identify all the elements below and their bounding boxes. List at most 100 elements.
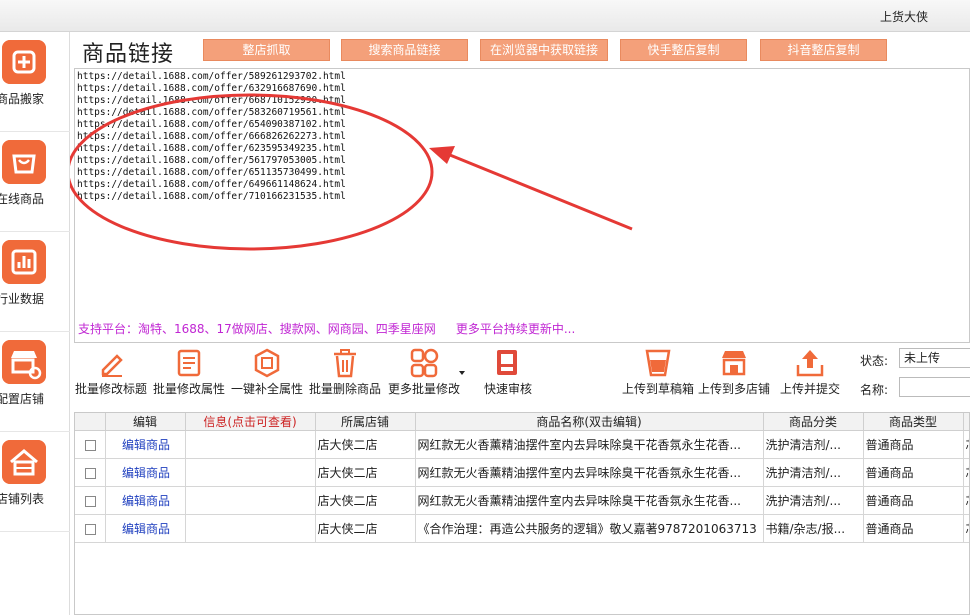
link-line: https://detail.1688.com/offer/6496611486… <box>77 179 346 190</box>
shopping-bag-icon <box>2 140 46 184</box>
links-list: https://detail.1688.com/offer/5892612937… <box>76 71 346 203</box>
product-name-cell[interactable]: 网红款无火香薰精油摆件室内去异味除臭干花香氛永生花香... <box>415 458 764 487</box>
search-product-links-button[interactable]: 搜索商品链接 <box>341 39 468 61</box>
dropdown-arrow-icon[interactable] <box>459 371 467 377</box>
properties-icon <box>177 349 201 377</box>
page-title: 商品链接 <box>82 42 175 67</box>
edit-product-link[interactable]: 编辑商品 <box>105 514 186 543</box>
link-line: https://detail.1688.com/offer/5617970530… <box>77 155 346 166</box>
edit-product-link[interactable]: 编辑商品 <box>105 430 186 459</box>
house-icon <box>2 440 46 484</box>
category-cell: 洗护清洁剂/... <box>763 486 864 515</box>
header-edit: 编辑 <box>105 413 186 431</box>
type-cell: 普通商品 <box>863 458 964 487</box>
header-checkbox <box>75 413 106 431</box>
product-name-cell[interactable]: 网红款无火香薰精油摆件室内去异味除臭干花香氛永生花香... <box>415 430 764 459</box>
row-checkbox[interactable] <box>85 439 97 451</box>
table-row: 编辑商品 店大侠二店 网红款无火香薰精油摆件室内去异味除臭干花香氛永生花香...… <box>75 486 969 515</box>
name-label: 名称: <box>860 383 889 397</box>
sidebar-item-label: 在线商品 <box>0 192 45 206</box>
trash-icon <box>334 349 356 378</box>
upload-icon <box>796 350 824 377</box>
edit-product-link[interactable]: 编辑商品 <box>105 458 186 487</box>
supported-platforms: 支持平台：淘特、1688、17做网店、搜款网、网商园、四季星座网 更多平台持续更新… <box>78 320 575 337</box>
links-textarea[interactable]: https://detail.1688.com/offer/5892612937… <box>74 68 970 343</box>
row-checkbox-cell <box>75 458 106 487</box>
category-cell: 洗护清洁剂/... <box>763 430 864 459</box>
header-name: 商品名称(双击编辑) <box>415 413 764 431</box>
complete-icon <box>254 348 280 378</box>
platform-list: 支持平台：淘特、1688、17做网店、搜款网、网商园、四季星座网 <box>78 322 436 336</box>
link-line: https://detail.1688.com/offer/6668262622… <box>77 131 346 142</box>
extra-cell: 芯 <box>963 430 969 459</box>
link-line: https://detail.1688.com/offer/7101662315… <box>77 191 346 202</box>
category-cell: 洗护清洁剂/... <box>763 458 864 487</box>
batch-edit-title-button[interactable]: 批量修改标题 <box>72 348 150 398</box>
type-cell: 普通商品 <box>863 514 964 543</box>
link-line: https://detail.1688.com/offer/5832607195… <box>77 107 346 118</box>
state-label: 状态: <box>860 354 889 368</box>
stores-icon <box>722 351 746 376</box>
header-store: 所属店铺 <box>315 413 416 431</box>
product-name-cell[interactable]: 网红款无火香薰精油摆件室内去异味除臭干花香氛永生花香... <box>415 486 764 515</box>
app-name: 上货大侠 <box>879 10 928 24</box>
table-row: 编辑商品 店大侠二店 《合作治理：再造公共服务的逻辑》敬乂嘉著978720106… <box>75 514 969 543</box>
info-cell[interactable] <box>185 458 316 487</box>
info-cell[interactable] <box>185 514 316 543</box>
row-checkbox[interactable] <box>85 523 97 535</box>
add-box-icon <box>2 40 46 84</box>
row-checkbox-cell <box>75 514 106 543</box>
more-batch-edit-button[interactable]: 更多批量修改 <box>384 348 464 398</box>
auto-complete-properties-button[interactable]: 一键补全属性 <box>228 348 306 398</box>
link-line: https://detail.1688.com/offer/6235953492… <box>77 143 346 154</box>
extra-cell: 芯 <box>963 514 969 543</box>
table-row: 编辑商品 店大侠二店 网红款无火香薰精油摆件室内去异味除臭干花香氛永生花香...… <box>75 458 969 487</box>
sidebar-item-industry-data[interactable]: 行业数据 <box>0 232 70 332</box>
sidebar-item-product-move[interactable]: 商品搬家 <box>0 32 70 132</box>
product-name-cell[interactable]: 《合作治理：再造公共服务的逻辑》敬乂嘉著9787201063713 <box>415 514 764 543</box>
kuaishou-copy-button[interactable]: 快手整店复制 <box>620 39 747 61</box>
upload-multi-store-button[interactable]: 上传到多店铺 <box>696 348 772 398</box>
info-cell[interactable] <box>185 486 316 515</box>
batch-edit-properties-button[interactable]: 批量修改属性 <box>150 348 228 398</box>
store-settings-icon <box>2 340 46 384</box>
store-cell: 店大侠二店 <box>315 458 416 487</box>
title-bar: 上货大侠 <box>0 0 970 32</box>
type-cell: 普通商品 <box>863 430 964 459</box>
grid-icon <box>410 348 439 378</box>
store-cell: 店大侠二店 <box>315 430 416 459</box>
link-line: https://detail.1688.com/offer/6511357304… <box>77 167 346 178</box>
sidebar: 商品搬家 在线商品 行业数据 配置店铺 店铺列表 <box>0 32 70 615</box>
header-info: 信息(点击可查看) <box>185 413 316 431</box>
cup-icon <box>645 349 671 377</box>
extra-cell: 芯 <box>963 486 969 515</box>
row-checkbox[interactable] <box>85 495 97 507</box>
name-input[interactable] <box>899 377 970 397</box>
more-platforms-text: 更多平台持续更新中... <box>455 322 576 336</box>
quick-review-button[interactable]: 快速审核 <box>473 348 543 398</box>
upload-draft-button[interactable]: 上传到草稿箱 <box>620 348 696 398</box>
pencil-icon <box>101 354 123 377</box>
link-line: https://detail.1688.com/offer/6540903871… <box>77 119 346 130</box>
sidebar-item-label: 配置店铺 <box>0 392 45 406</box>
store-cell: 店大侠二店 <box>315 514 416 543</box>
extra-cell: 芯 <box>963 458 969 487</box>
browser-get-links-button[interactable]: 在浏览器中获取链接 <box>480 39 608 61</box>
row-checkbox[interactable] <box>85 467 97 479</box>
row-checkbox-cell <box>75 430 106 459</box>
category-cell: 书籍/杂志/报... <box>763 514 864 543</box>
main-panel: 商品链接 整店抓取 搜索商品链接 在浏览器中获取链接 快手整店复制 抖音整店复制… <box>70 32 970 615</box>
douyin-copy-button[interactable]: 抖音整店复制 <box>760 39 887 61</box>
sidebar-item-config-store[interactable]: 配置店铺 <box>0 332 70 432</box>
shop-crawl-button[interactable]: 整店抓取 <box>203 39 330 61</box>
bar-chart-icon <box>2 240 46 284</box>
info-cell[interactable] <box>185 430 316 459</box>
batch-delete-button[interactable]: 批量删除商品 <box>306 348 384 398</box>
sidebar-item-online-products[interactable]: 在线商品 <box>0 132 70 232</box>
sidebar-item-store-list[interactable]: 店铺列表 <box>0 432 70 532</box>
edit-product-link[interactable]: 编辑商品 <box>105 486 186 515</box>
sidebar-item-label: 店铺列表 <box>0 492 45 506</box>
upload-submit-button[interactable]: 上传并提交 <box>772 348 848 398</box>
state-select[interactable]: 未上传 <box>899 348 970 368</box>
header-extra <box>963 413 969 431</box>
